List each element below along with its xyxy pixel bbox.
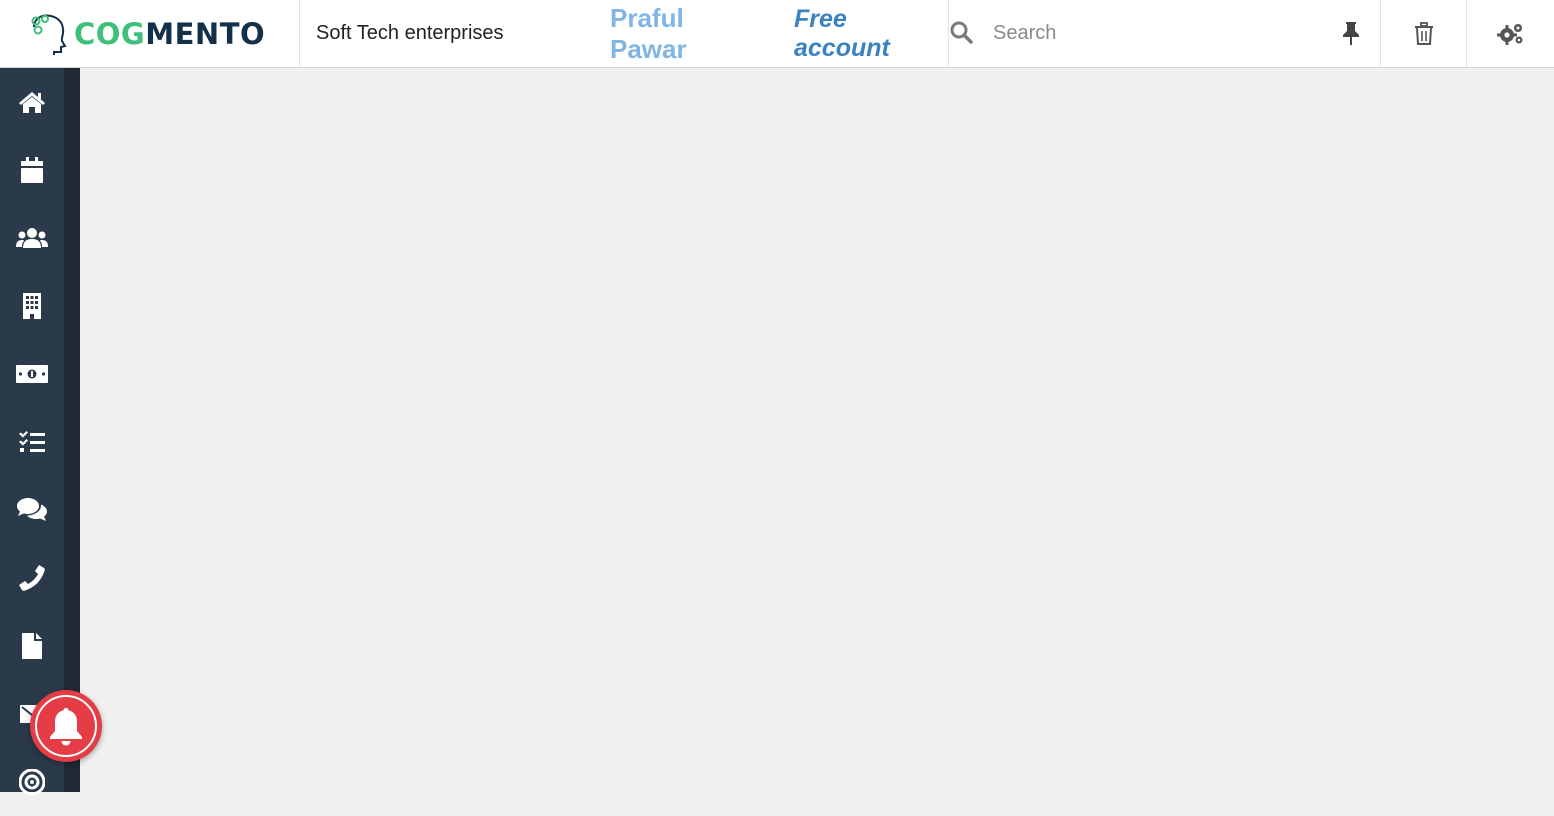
sidebar-item-documents[interactable] — [0, 612, 64, 680]
pin-icon[interactable] — [1340, 20, 1362, 46]
top-header: COGMENTO Soft Tech enterprises Praful Pa… — [0, 0, 1554, 68]
logo-text: COGMENTO — [74, 16, 266, 51]
documents-icon — [22, 633, 42, 659]
settings-button[interactable] — [1467, 0, 1554, 67]
bell-ring — [35, 695, 97, 757]
home-icon — [19, 92, 45, 113]
logo[interactable]: COGMENTO — [0, 0, 300, 67]
main-content — [80, 68, 1554, 792]
bell-icon — [50, 708, 82, 746]
campaigns-icon — [19, 769, 45, 795]
calendar-icon — [21, 157, 43, 183]
search-input[interactable] — [991, 21, 1325, 46]
sidebar-scrollbar[interactable] — [64, 68, 80, 792]
sidebar-item-cases[interactable] — [0, 476, 64, 544]
sidebar-item-calls[interactable] — [0, 544, 64, 612]
user-name[interactable]: Praful Pawar — [610, 0, 794, 67]
calls-icon — [19, 565, 45, 591]
sidebar — [0, 68, 64, 795]
deals-icon — [16, 365, 48, 383]
sidebar-item-tasks[interactable] — [0, 408, 64, 476]
tasks-icon — [19, 431, 45, 452]
search-icon — [950, 21, 973, 44]
contacts-icon — [16, 228, 48, 248]
trash-icon — [1414, 21, 1433, 45]
settings-icon — [1496, 23, 1522, 45]
sidebar-item-home[interactable] — [0, 68, 64, 136]
sidebar-item-companies[interactable] — [0, 272, 64, 340]
companies-icon — [23, 293, 41, 319]
sidebar-item-deals[interactable] — [0, 340, 64, 408]
cases-icon — [17, 498, 47, 521]
sidebar-item-calendar[interactable] — [0, 136, 64, 204]
brain-gears-icon — [31, 14, 67, 55]
account-type[interactable]: Free account — [794, 0, 949, 67]
search-bar — [949, 0, 1381, 67]
company-name: Soft Tech enterprises — [316, 22, 504, 44]
sidebar-item-contacts[interactable] — [0, 204, 64, 272]
notification-bell-button[interactable] — [30, 690, 102, 762]
trash-button[interactable] — [1381, 0, 1467, 67]
